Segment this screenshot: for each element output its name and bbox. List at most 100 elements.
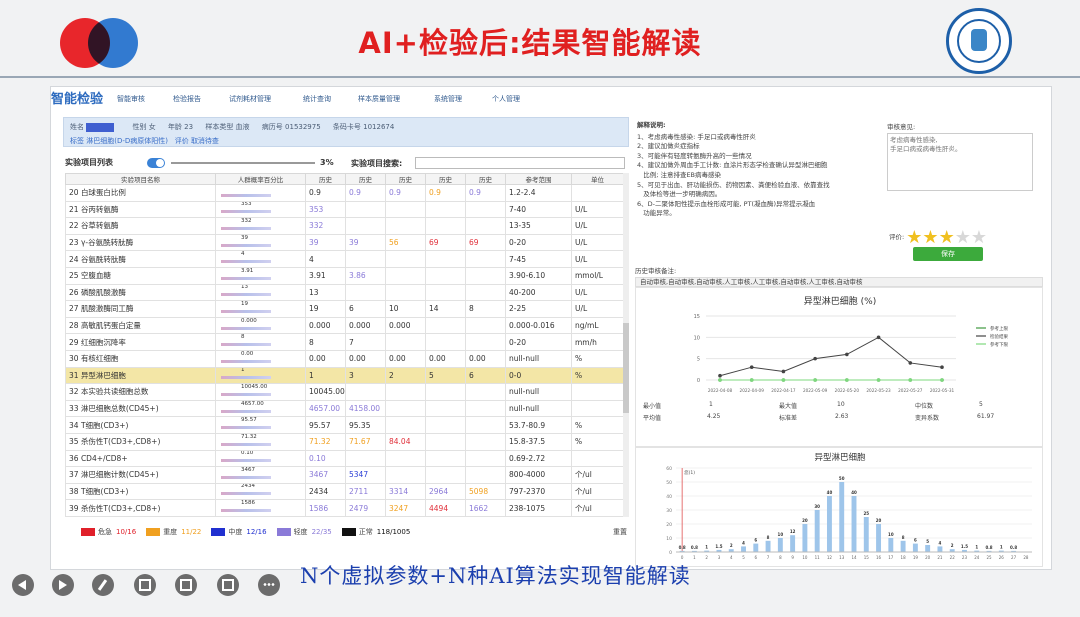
cell-ref: 0-0 <box>505 366 572 385</box>
table-row[interactable]: 31 异型淋巴细胞 1 1 3 2 5 6 0-0% <box>65 366 624 385</box>
table-row[interactable]: 20 白球蛋白比例 0.9 0.9 0.9 0.9 0.9 1.2-2.4 <box>65 184 624 202</box>
table-row[interactable]: 28 高敏肌钙蛋白定量 0.000 0.000 0.000 0.000 0.000-0.0… <box>65 316 624 335</box>
cell-ref: 0.000-0.016 <box>505 316 572 335</box>
x-tick-label: 22 <box>950 555 956 560</box>
legend-item[interactable]: 中度 12/16 <box>201 528 267 536</box>
legend-item[interactable]: 正常 118/1005 <box>332 528 410 536</box>
table-row[interactable]: 35 杀伤性T(CD3+,CD8+) 71.32 71.32 71.67 84.04 15… <box>65 432 624 451</box>
sd-label: 标准差 <box>779 415 798 422</box>
percentile-sparkbar: 8 <box>219 335 302 349</box>
interpretation-line: 4、建议加做外周血手工计数: 血涂片形态学检查确认异型淋巴细胞 <box>637 161 828 170</box>
cell-percentile: 332 <box>215 217 306 235</box>
item-name: 杀伤性T(CD3+,CD8+) <box>80 503 161 513</box>
cell-percentile: 4657.00 <box>215 399 306 418</box>
table-row[interactable]: 25 空腹血糖 3.91 3.91 3.86 3.90-6.10 mmol/L <box>65 266 624 285</box>
min-label: 最小值 <box>643 403 662 410</box>
menu-item[interactable]: 个人管理 <box>492 94 520 104</box>
table-row[interactable]: 21 谷丙转氨酶 353 353 7-40 U/L <box>65 200 624 219</box>
cell-percentile: 4 <box>215 250 306 268</box>
star-icon[interactable]: ★ <box>906 227 922 248</box>
column-header[interactable]: 历史 <box>385 173 426 185</box>
cell-history <box>385 383 426 401</box>
capture-icon[interactable] <box>134 574 156 596</box>
y-tick-label: 50 <box>666 480 672 486</box>
table-row[interactable]: 30 有核红细胞 0.00 0.00 0.00 0.00 0.00 0.00 null-nul… <box>65 349 624 368</box>
subtitle-icon[interactable] <box>217 574 239 596</box>
table-row[interactable]: 37 淋巴细胞计数(CD45+) 3467 3467 5347 800-4000 个/ul <box>65 466 624 484</box>
cell-unit: % <box>571 416 624 434</box>
age-label: 年龄 <box>167 123 182 131</box>
tag-value[interactable]: 淋巴细胞(D-D病原体阳性) <box>86 137 168 145</box>
search-input[interactable] <box>415 157 625 169</box>
save-button[interactable]: 保存 <box>913 247 983 261</box>
cell-history: 353 <box>305 200 346 219</box>
table-row[interactable]: 27 肌酸激酶同工酶 19 19 6 10 14 8 2-25 U/L <box>65 300 624 318</box>
menu-item[interactable]: 检验报告 <box>173 94 201 104</box>
cell-history: 0.9 <box>385 184 426 202</box>
menu-item[interactable]: 智能审核 <box>117 94 145 104</box>
item-name: γ-谷氨酰转肽酶 <box>80 238 134 248</box>
column-header[interactable]: 历史 <box>425 173 466 185</box>
menu-item[interactable]: 统计查询 <box>303 94 331 104</box>
logo <box>60 18 140 68</box>
eval-value[interactable]: 取消待查 <box>191 137 219 145</box>
legend-item[interactable]: 重度 11/22 <box>136 528 201 536</box>
data-point <box>813 378 817 382</box>
table-row[interactable]: 36 CD4+/CD8+ 0.10 0.10 0.69-2.72 <box>65 449 624 468</box>
menu-item[interactable]: 试剂耗材管理 <box>229 94 271 104</box>
severity-legend: 危急 10/16 重度 11/22 中度 12/16 轻度 22/35 正常 118/1005 <box>71 527 410 537</box>
scrollbar-thumb[interactable] <box>623 323 629 413</box>
opinion-title: 审核意见: <box>887 123 916 131</box>
table-row[interactable]: 38 T细胞(CD3+) 2434 2434 2711 3314 2964 5098 797-… <box>65 482 624 501</box>
star-icon[interactable]: ★ <box>922 227 938 248</box>
column-header[interactable]: 实验项目名称 <box>65 173 216 185</box>
prev-icon[interactable] <box>12 574 34 596</box>
percent-slider[interactable] <box>171 162 315 164</box>
column-header[interactable]: 参考范围 <box>505 173 572 185</box>
top-nav: 智能检验 智能审核 检验报告 试剂耗材管理 统计查询 样本质量管理 系统管理 个人管理 <box>51 87 1051 111</box>
table-row[interactable]: 34 T细胞(CD3+) 95.57 95.57 95.35 53.7-80.9% <box>65 416 624 434</box>
menu-item[interactable]: 样本质量管理 <box>358 94 400 104</box>
more-icon[interactable] <box>258 574 280 596</box>
star-icon[interactable]: ★ <box>971 227 987 248</box>
table-row[interactable]: 39 杀伤性T(CD3+,CD8+) 1586 1586 2479 3247 4494 16… <box>65 499 624 517</box>
column-header[interactable]: 历史 <box>305 173 346 185</box>
cell-history: 0.9 <box>345 184 386 202</box>
star-icon[interactable]: ★ <box>939 227 955 248</box>
table-row[interactable]: 26 磷酸肌酸激酶 13 13 40-200 U/L <box>65 283 624 302</box>
sparkbar-fill <box>221 309 271 313</box>
legend-item[interactable]: 危急 10/16 <box>71 528 136 536</box>
legend-item[interactable]: 轻度 22/35 <box>267 528 332 536</box>
lab-app-window: 智能检验 智能审核 检验报告 试剂耗材管理 统计查询 样本质量管理 系统管理 个人管理 姓名… <box>50 86 1052 570</box>
table-row[interactable]: 23 γ-谷氨酰转肽酶 39 39 39 56 69 69 0-20 U/L <box>65 233 624 252</box>
cell-percentile: 1586 <box>215 499 306 517</box>
star-icon[interactable]: ★ <box>955 227 971 248</box>
play-icon[interactable] <box>52 574 74 596</box>
x-tick-label: 21 <box>937 555 943 560</box>
pen-icon[interactable] <box>92 574 114 596</box>
column-header[interactable]: 历史 <box>345 173 386 185</box>
table-row[interactable]: 24 谷氨酰转肽酶 4 4 7-45 U/L <box>65 250 624 268</box>
table-scrollbar[interactable] <box>623 173 629 517</box>
cell-ref: 797-2370 <box>505 482 572 501</box>
table-row[interactable]: 22 谷草转氨酶 332 332 13-35 U/L <box>65 217 624 235</box>
opinion-textarea[interactable]: 考虑病毒性感染, 手足口病或病毒性肝炎。 <box>887 133 1033 191</box>
min-value: 1 <box>709 401 713 408</box>
column-header[interactable]: 人群概率百分比 <box>215 173 306 185</box>
list-toggle[interactable] <box>147 158 165 168</box>
menu-item[interactable]: 系统管理 <box>434 94 462 104</box>
table-row[interactable]: 29 红细胞沉降率 8 8 7 0-20 mm/h <box>65 333 624 351</box>
table-row[interactable]: 32 本实验共读细胞总数 10045.00 10045.00 null-null <box>65 383 624 401</box>
column-header[interactable]: 历史 <box>465 173 506 185</box>
cell-history <box>465 399 506 418</box>
column-header[interactable]: 单位 <box>571 173 624 185</box>
camera-icon[interactable] <box>175 574 197 596</box>
distribution-chart-svg: 异型淋巴细胞0102030405060您(1)0.800.81121.53244… <box>666 452 1032 560</box>
trend-chart-svg: 异型淋巴细胞 (%) 0 5 10 15 2022-04-08 2022-04-09 2022… <box>694 295 1009 393</box>
stats-row-2: 平均值 4.25 标准差 2.63 变异系数 61.97 <box>637 411 1041 423</box>
y-tick-label: 20 <box>666 522 672 528</box>
cell-history: 2479 <box>345 499 386 517</box>
reset-button[interactable]: 重置 <box>613 527 627 537</box>
rating-stars[interactable]: ★★★★★ <box>906 227 987 248</box>
table-row[interactable]: 33 淋巴细胞总数(CD45+) 4657.00 4657.00 4158.00 nul… <box>65 399 624 418</box>
